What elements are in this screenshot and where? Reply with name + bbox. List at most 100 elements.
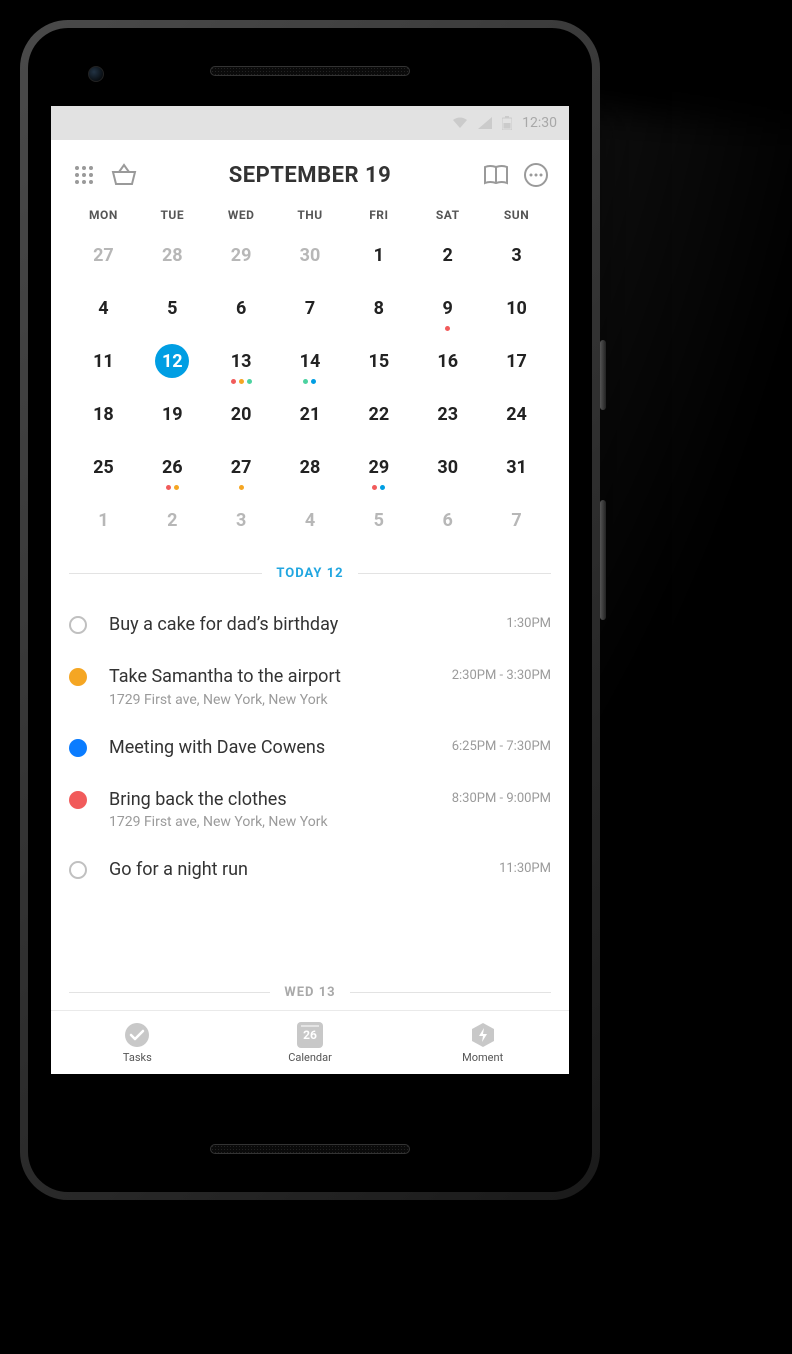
calendar-icon: 26 [297,1022,323,1048]
date-cell[interactable]: 28 [276,444,345,497]
date-cell[interactable]: 9 [413,285,482,338]
date-cell[interactable]: 26 [138,444,207,497]
date-number: 19 [155,397,189,431]
date-cell[interactable]: 15 [344,338,413,391]
event-dots [344,432,413,438]
date-cell[interactable]: 17 [482,338,551,391]
date-cell[interactable]: 24 [482,391,551,444]
event-dots [69,485,138,491]
date-cell[interactable]: 19 [138,391,207,444]
date-cell[interactable]: 16 [413,338,482,391]
date-cell[interactable]: 7 [276,285,345,338]
date-cell[interactable]: 7 [482,497,551,550]
task-item[interactable]: Buy a cake for dad’s birthday1:30PM [69,599,551,651]
date-cell[interactable]: 5 [138,285,207,338]
date-cell[interactable]: 20 [207,391,276,444]
date-cell[interactable]: 29 [344,444,413,497]
date-cell[interactable]: 23 [413,391,482,444]
check-circle-icon [124,1022,150,1048]
date-cell[interactable]: 10 [482,285,551,338]
phone-bezel: 12:30 SEPTEMBER 19 [28,28,592,1192]
date-cell[interactable]: 1 [344,232,413,285]
date-cell[interactable]: 4 [276,497,345,550]
event-color-dot [69,668,87,686]
date-cell[interactable]: 30 [413,444,482,497]
event-dots [138,432,207,438]
nav-calendar[interactable]: 26 Calendar [224,1011,397,1074]
date-number: 30 [431,450,465,484]
front-camera [88,66,104,82]
date-number: 12 [155,344,189,378]
event-dots [138,326,207,332]
date-number: 10 [500,291,534,325]
task-item[interactable]: Go for a night run11:30PM [69,844,551,896]
date-number: 18 [86,397,120,431]
date-number: 9 [431,291,465,325]
event-dots [413,432,482,438]
date-cell[interactable]: 2 [413,232,482,285]
date-cell[interactable]: 6 [207,285,276,338]
event-dots [344,326,413,332]
date-number: 7 [293,291,327,325]
date-cell[interactable]: 27 [69,232,138,285]
date-number: 11 [86,344,120,378]
date-cell[interactable]: 28 [138,232,207,285]
date-cell[interactable]: 6 [413,497,482,550]
date-cell[interactable]: 31 [482,444,551,497]
basket-icon[interactable] [107,158,141,192]
date-number: 5 [362,503,396,537]
date-cell[interactable]: 30 [276,232,345,285]
date-cell[interactable]: 27 [207,444,276,497]
task-checkbox[interactable] [69,616,87,634]
task-checkbox[interactable] [69,861,87,879]
date-number: 21 [293,397,327,431]
more-icon[interactable] [519,158,553,192]
weekday-label: WED [207,208,276,222]
date-number: 20 [224,397,258,431]
date-cell[interactable]: 25 [69,444,138,497]
event-dots [276,432,345,438]
date-cell[interactable]: 14 [276,338,345,391]
date-cell[interactable]: 12 [138,338,207,391]
date-number: 4 [86,291,120,325]
date-cell[interactable]: 11 [69,338,138,391]
date-cell[interactable]: 21 [276,391,345,444]
date-cell[interactable]: 3 [482,232,551,285]
task-time: 8:30PM - 9:00PM [452,791,551,806]
bolt-hexagon-icon [470,1022,496,1048]
date-grid: 2728293012345678910111213141516171819202… [69,232,551,550]
task-subtitle: 1729 First ave, New York, New York [109,814,440,830]
event-dots [482,432,551,438]
date-cell[interactable]: 13 [207,338,276,391]
date-cell[interactable]: 1 [69,497,138,550]
task-list[interactable]: Buy a cake for dad’s birthday1:30PMTake … [51,591,569,969]
event-dots [482,379,551,385]
date-number: 27 [224,450,258,484]
weekday-label: THU [276,208,345,222]
status-bar: 12:30 [51,106,569,140]
date-cell[interactable]: 4 [69,285,138,338]
date-cell[interactable]: 3 [207,497,276,550]
date-cell[interactable]: 18 [69,391,138,444]
date-cell[interactable]: 8 [344,285,413,338]
app-screen: 12:30 SEPTEMBER 19 [51,106,569,1074]
event-dots [276,379,345,385]
nav-moment[interactable]: Moment [396,1011,569,1074]
date-number: 5 [155,291,189,325]
date-cell[interactable]: 5 [344,497,413,550]
task-time: 11:30PM [499,861,551,876]
task-item[interactable]: Take Samantha to the airport1729 First a… [69,651,551,721]
event-dots [69,326,138,332]
task-item[interactable]: Meeting with Dave Cowens6:25PM - 7:30PM [69,722,551,774]
date-cell[interactable]: 29 [207,232,276,285]
date-number: 3 [224,503,258,537]
book-icon[interactable] [479,158,513,192]
date-cell[interactable]: 2 [138,497,207,550]
nav-tasks[interactable]: Tasks [51,1011,224,1074]
date-number: 28 [293,450,327,484]
date-number: 8 [362,291,396,325]
task-item[interactable]: Bring back the clothes1729 First ave, Ne… [69,774,551,844]
date-number: 4 [293,503,327,537]
apps-grid-icon[interactable] [67,158,101,192]
date-cell[interactable]: 22 [344,391,413,444]
